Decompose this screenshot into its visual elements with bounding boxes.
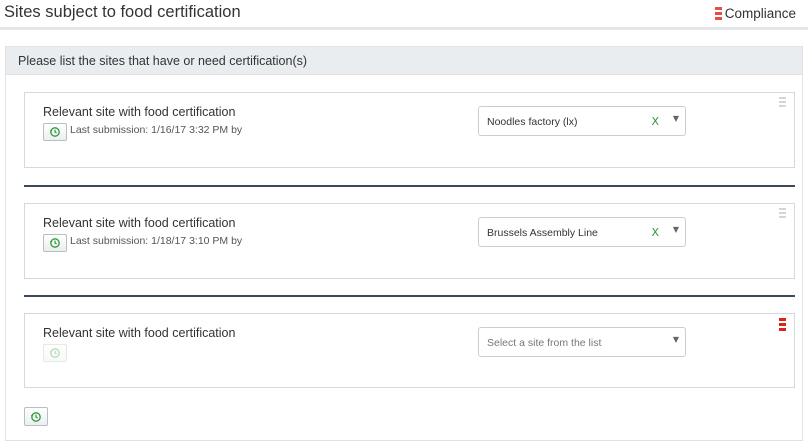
last-submission-text: Last submission: 1/18/17 3:10 PM by [70,235,243,247]
page-title: Sites subject to food certification [4,3,241,21]
drag-handle-icon[interactable] [779,96,786,108]
entry-label: Relevant site with food certification [43,326,236,340]
last-submission-text: Last submission: 1/16/17 3:32 PM by [70,124,243,136]
chevron-down-icon[interactable]: ▼ [673,225,679,234]
site-entry-1: Relevant site with food certification La… [24,92,795,168]
site-select-placeholder: Select a site from the list [487,337,602,349]
history-button [43,344,67,362]
site-select-value: Noodles factory (lx) [487,116,578,128]
site-select[interactable]: Brussels Assembly Line X ▼ [478,217,686,247]
entry-label: Relevant site with food certification [43,216,236,230]
compliance-label: Compliance [724,6,796,21]
entry-divider [24,185,795,187]
sites-panel: Please list the sites that have or need … [5,46,803,441]
chevron-down-icon[interactable]: ▼ [673,335,679,344]
entry-divider [24,295,795,297]
chevron-down-icon[interactable]: ▼ [673,114,679,123]
history-button[interactable] [24,407,48,426]
clear-selection-button[interactable]: X [651,226,659,239]
history-button[interactable] [43,234,67,252]
history-button[interactable] [43,123,67,141]
compliance-link[interactable]: Compliance [714,6,796,21]
site-select-value: Brussels Assembly Line [487,227,598,239]
drag-handle-icon[interactable] [779,207,786,219]
compliance-stack-icon [714,6,722,21]
history-icon [49,238,60,248]
site-select[interactable]: Select a site from the list ▼ [478,327,686,357]
page-header: Sites subject to food certification Comp… [0,0,808,30]
history-icon [30,411,41,422]
history-icon [49,127,60,137]
entry-label: Relevant site with food certification [43,105,236,119]
site-entry-2: Relevant site with food certification La… [24,203,795,279]
site-select[interactable]: Noodles factory (lx) X ▼ [478,106,686,136]
site-entry-3: Relevant site with food certification Se… [24,313,795,388]
drag-handle-icon[interactable] [779,317,786,332]
history-icon [49,348,60,358]
panel-heading: Please list the sites that have or need … [6,47,802,75]
clear-selection-button[interactable]: X [651,115,659,128]
